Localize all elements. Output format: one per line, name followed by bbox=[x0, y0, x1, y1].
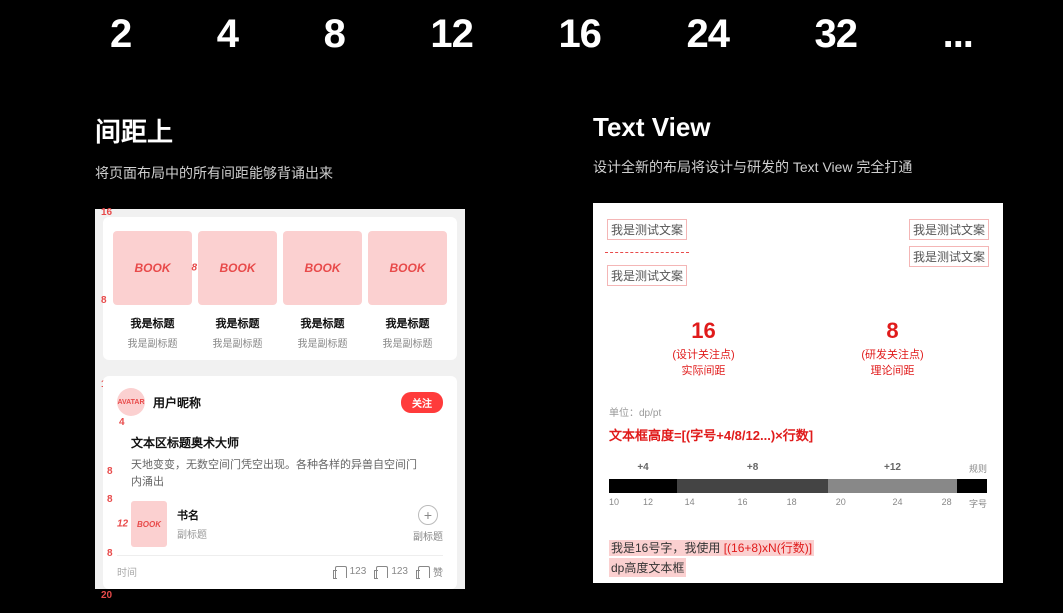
tick: 14 bbox=[685, 497, 695, 507]
test-text: 我是测试文案 bbox=[609, 267, 685, 284]
tick: 12 bbox=[643, 497, 653, 507]
metric-label: (研发关注点) bbox=[861, 346, 923, 362]
book-subtitle: 副标题 bbox=[177, 526, 207, 541]
card-title: 我是标题 bbox=[386, 315, 430, 331]
thumb-up-icon bbox=[418, 566, 430, 578]
sample-line: 我是16号字，我使用 [(16+8)xN(行数)] dp高度文本框 bbox=[609, 539, 987, 577]
book-thumb-small: 12 BOOK bbox=[131, 501, 167, 547]
book-card: BOOK 我是标题 我是副标题 bbox=[368, 231, 447, 350]
add-label: 副标题 bbox=[413, 528, 443, 543]
unit-label: 单位：dp/pt bbox=[609, 404, 987, 419]
segment-label: +8 bbox=[677, 462, 828, 475]
tick: 16 bbox=[738, 497, 748, 507]
test-text: 我是测试文案 bbox=[911, 248, 987, 265]
card-subtitle: 我是副标题 bbox=[383, 335, 433, 350]
post-box: AVATAR 用户昵称 关注 4 文本区标题奥术大师 天地变变，无数空间门凭空出… bbox=[103, 376, 457, 589]
card-title: 我是标题 bbox=[131, 315, 175, 331]
dev-metric: 8 (研发关注点) 理论间距 bbox=[861, 318, 923, 378]
add-button[interactable]: + 副标题 bbox=[413, 505, 443, 543]
textview-panel: 我是测试文案 我是测试文案 我是测试文案 我是测试文案 16 (设计关注点) 实… bbox=[593, 203, 1003, 583]
book-thumb: BOOK bbox=[198, 231, 277, 305]
metric-label: 理论间距 bbox=[861, 362, 923, 378]
spacing-example-panel: 16 BOOK8 我是标题 我是副标题 BOOK 我是标题 我是副标题 BOOK bbox=[95, 209, 465, 589]
left-column: 间距上 将页面布局中的所有间距能够背诵出来 16 BOOK8 我是标题 我是副标… bbox=[95, 112, 503, 589]
scale-value: 2 bbox=[110, 12, 131, 57]
scale-value: 12 bbox=[430, 12, 473, 57]
card-subtitle: 我是副标题 bbox=[298, 335, 348, 350]
scale-value: 32 bbox=[815, 12, 858, 57]
size-rule-chart: +4 +8 +12 规则 10 12 14 16 18 20 24 28 字号 bbox=[609, 462, 987, 509]
book-card: BOOK8 我是标题 我是副标题 bbox=[113, 231, 192, 350]
tick: 10 bbox=[609, 497, 619, 507]
card-title: 我是标题 bbox=[216, 315, 260, 331]
gutter-label: 8 bbox=[107, 548, 113, 559]
card-title: 我是标题 bbox=[301, 315, 345, 331]
design-metric: 16 (设计关注点) 实际间距 bbox=[672, 318, 734, 378]
book-thumb: BOOK8 bbox=[113, 231, 192, 305]
metric-label: 实际间距 bbox=[672, 362, 734, 378]
test-text: 我是测试文案 bbox=[911, 221, 987, 238]
scale-value: 8 bbox=[324, 12, 345, 57]
scale-value: 16 bbox=[558, 12, 601, 57]
spacing-guide-line bbox=[605, 252, 689, 253]
gutter-label: 20 bbox=[101, 590, 112, 601]
plus-icon: + bbox=[418, 505, 438, 525]
gutter-label: 8 bbox=[191, 263, 197, 274]
gutter-label: 8 bbox=[107, 494, 113, 505]
font-axis-label: 字号 bbox=[969, 497, 987, 510]
scale-value: 4 bbox=[217, 12, 238, 57]
formula: 文本框高度=[(字号+4/8/12...)×行数] bbox=[609, 425, 987, 444]
gutter-label: 4 bbox=[119, 417, 125, 428]
gutter-label: 8 bbox=[101, 295, 107, 306]
thumb-up-icon bbox=[376, 566, 388, 578]
test-text: 我是测试文案 bbox=[609, 221, 685, 238]
tick: 20 bbox=[836, 497, 846, 507]
book-card: BOOK 我是标题 我是副标题 bbox=[283, 231, 362, 350]
scale-value: ... bbox=[943, 12, 973, 57]
tick: 24 bbox=[893, 497, 903, 507]
post-body: 天地变变，无数空间门凭空出现。各种各样的异兽自空间门内涌出 bbox=[131, 457, 421, 491]
metric-value: 16 bbox=[672, 318, 734, 344]
card-subtitle: 我是副标题 bbox=[128, 335, 178, 350]
tick: 18 bbox=[787, 497, 797, 507]
section-title-spacing: 间距上 bbox=[95, 112, 503, 149]
metric-value: 8 bbox=[861, 318, 923, 344]
tick: 28 bbox=[942, 497, 952, 507]
avatar: AVATAR bbox=[117, 388, 145, 416]
section-subtitle-textview: 设计全新的布局将设计与研发的 Text View 完全打通 bbox=[593, 157, 1003, 177]
scale-value: 24 bbox=[686, 12, 729, 57]
segment-label: +12 bbox=[828, 462, 957, 475]
book-thumb: BOOK bbox=[283, 231, 362, 305]
metric-label: (设计关注点) bbox=[672, 346, 734, 362]
thumb-up-icon bbox=[335, 566, 347, 578]
spacing-scale-row: 2 4 8 12 16 24 32 ... bbox=[0, 12, 1063, 57]
book-thumb: BOOK bbox=[368, 231, 447, 305]
like-action[interactable]: 123 bbox=[335, 566, 367, 578]
like-action[interactable]: 赞 bbox=[418, 564, 443, 579]
follow-button[interactable]: 关注 bbox=[401, 392, 443, 413]
gutter-label: 8 bbox=[107, 466, 113, 477]
card-list-box: BOOK8 我是标题 我是副标题 BOOK 我是标题 我是副标题 BOOK 我是… bbox=[103, 217, 457, 360]
book-card: BOOK 我是标题 我是副标题 bbox=[198, 231, 277, 350]
action-row: 时间 123 123 赞 bbox=[117, 555, 443, 579]
section-title-textview: Text View bbox=[593, 112, 1003, 143]
post-title: 文本区标题奥术大师 bbox=[131, 434, 443, 451]
section-subtitle-spacing: 将页面布局中的所有间距能够背诵出来 bbox=[95, 163, 503, 183]
book-name: 书名 bbox=[177, 507, 207, 523]
like-action[interactable]: 123 bbox=[376, 566, 408, 578]
post-time: 时间 bbox=[117, 564, 137, 579]
nickname: 用户昵称 bbox=[153, 394, 201, 411]
rule-axis-label: 规则 bbox=[969, 462, 987, 475]
segment-label: +4 bbox=[609, 462, 677, 475]
gutter-label: 12 bbox=[117, 519, 128, 530]
card-subtitle: 我是副标题 bbox=[213, 335, 263, 350]
right-column: Text View 设计全新的布局将设计与研发的 Text View 完全打通 … bbox=[593, 112, 1003, 589]
